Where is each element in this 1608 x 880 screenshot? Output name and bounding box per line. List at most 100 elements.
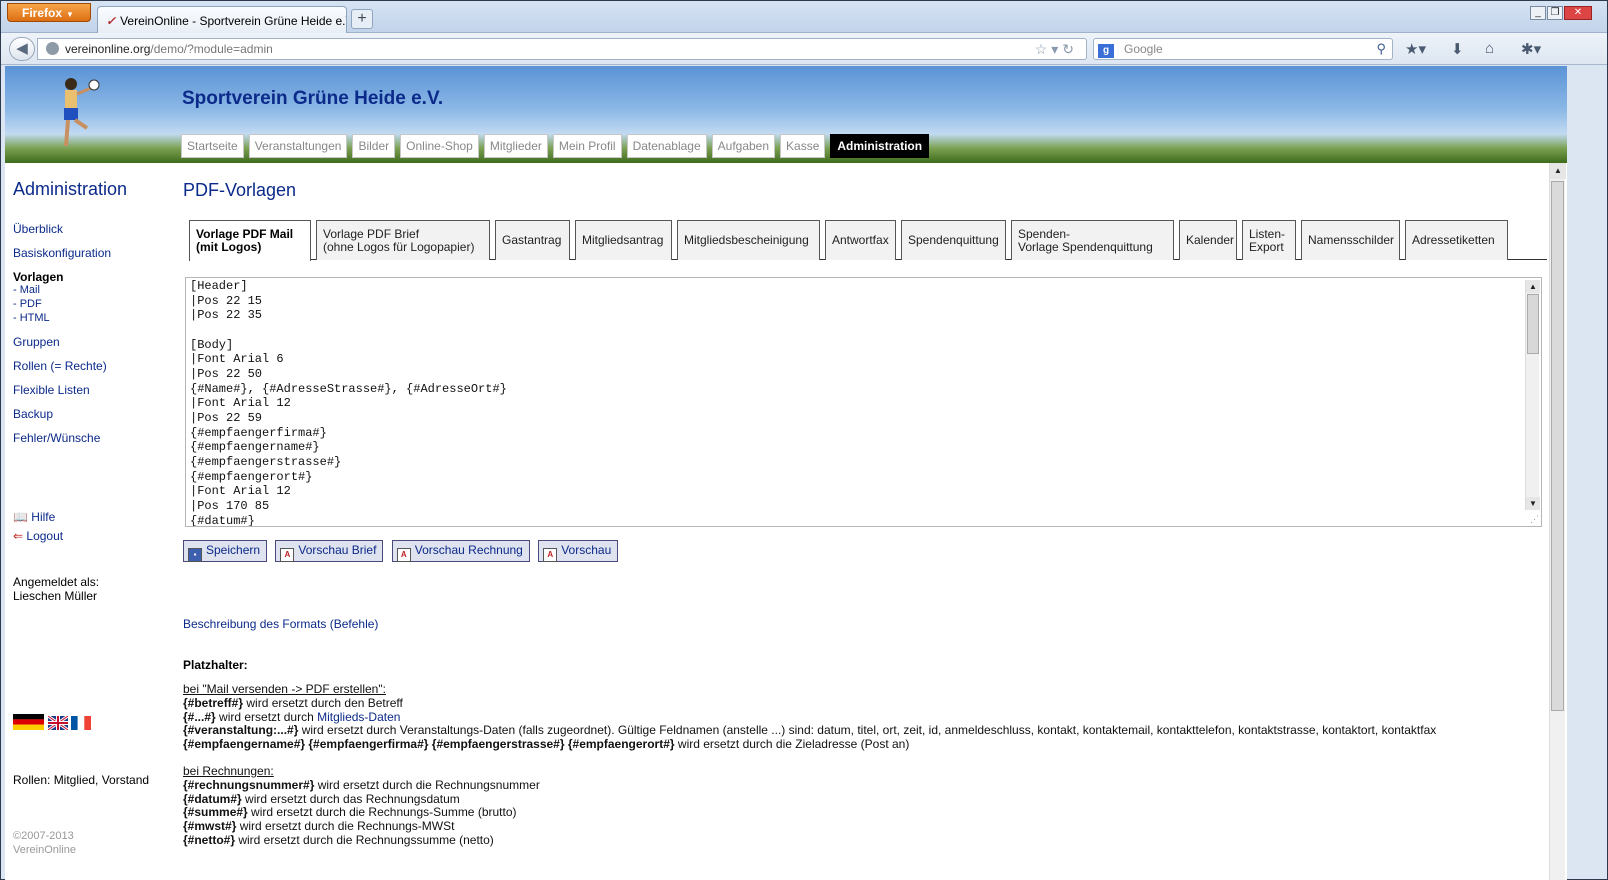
- nav-item-9[interactable]: Administration: [830, 134, 930, 158]
- preview-label: Vorschau: [561, 543, 612, 557]
- scroll-down-icon[interactable]: ▼: [1526, 497, 1540, 510]
- download-icon[interactable]: ⬇: [1451, 40, 1464, 58]
- url-path: /demo/?module=admin: [150, 42, 273, 56]
- uk-flag-icon[interactable]: [48, 716, 68, 730]
- sidebar-item-fehler-wuensche[interactable]: Fehler/Wünsche: [13, 431, 100, 445]
- book-icon: 📖: [13, 510, 28, 524]
- resize-grip-icon[interactable]: ⋰: [1530, 514, 1539, 525]
- placeholder-description: wird ersetzt durch den Betreff: [243, 696, 403, 710]
- save-button[interactable]: ▪ Speichern: [183, 540, 268, 562]
- scroll-up-icon[interactable]: ▲: [1526, 280, 1540, 293]
- member-data-link[interactable]: Mitglieds-Daten: [317, 710, 400, 724]
- editor-scroll-thumb[interactable]: [1527, 294, 1539, 354]
- back-arrow-icon[interactable]: ◀: [9, 37, 35, 61]
- browser-tab-title: VereinOnline - Sportverein Grüne Heide e…: [120, 14, 347, 28]
- bookmark-star-icon[interactable]: ☆▾↻: [1035, 41, 1078, 58]
- preview-letter-label: Vorschau Brief: [298, 543, 377, 557]
- placeholder-heading: Platzhalter:: [183, 658, 248, 672]
- template-tab-line1: Antwortfax: [832, 233, 889, 247]
- template-tab-label: Listen- Export: [1249, 227, 1285, 254]
- site-header: Sportverein Grüne Heide e.V. Startseite V…: [5, 66, 1567, 163]
- template-tab-label: Vorlage PDF Brief (ohne Logos für Logopap…: [323, 227, 474, 254]
- german-flag-icon[interactable]: [13, 714, 44, 730]
- scroll-up-icon[interactable]: ▲: [1550, 163, 1566, 179]
- placeholder-code: {#veranstaltung:...#}: [183, 723, 299, 738]
- preview-button[interactable]: A Vorschau: [538, 540, 619, 562]
- mail-section-label: bei "Mail versenden -> PDF erstellen":: [183, 682, 386, 696]
- placeholder-description: wird ersetzt durch Veranstaltungs-Daten …: [298, 723, 1437, 738]
- template-tab-line1: Spenden-: [1018, 226, 1071, 241]
- template-tab-2[interactable]: Gastantrag: [495, 220, 570, 260]
- nav-item-0[interactable]: Startseite: [181, 134, 244, 158]
- template-tab-10[interactable]: Namensschilder: [1301, 220, 1400, 260]
- search-placeholder: Google: [1124, 42, 1163, 56]
- placeholder-line: {#netto#} wird ersetzt durch die Rechnun…: [183, 833, 494, 847]
- nav-item-5[interactable]: Mein Profil: [552, 134, 622, 158]
- logged-in-label: Angemeldet als:: [13, 575, 100, 589]
- template-tab-line1: Adressetiketten: [1412, 233, 1495, 247]
- nav-item-8[interactable]: Kasse: [780, 134, 826, 158]
- sidebar-item-gruppen[interactable]: Gruppen: [13, 335, 60, 349]
- sidebar-item-backup[interactable]: Backup: [13, 407, 53, 421]
- placeholder-code: {#...#}: [183, 709, 216, 724]
- template-tab-9[interactable]: Listen- Export: [1242, 220, 1296, 260]
- template-tab-label: Vorlage PDF Mail (mit Logos): [196, 228, 293, 254]
- preview-invoice-button[interactable]: A Vorschau Rechnung: [391, 540, 530, 562]
- close-icon[interactable]: ✕: [1564, 6, 1592, 20]
- placeholder-description: wird ersetzt durch die Rechnungs-MWSt: [236, 819, 455, 834]
- help-link[interactable]: 📖 Hilfe: [13, 510, 55, 524]
- nav-item-2[interactable]: Bilder: [352, 134, 396, 158]
- preview-letter-button[interactable]: A Vorschau Brief: [275, 540, 384, 562]
- sidebar-item-basiskonfiguration[interactable]: Basiskonfiguration: [13, 246, 111, 260]
- french-flag-icon[interactable]: [71, 716, 91, 730]
- floppy-disk-icon: ▪: [188, 548, 202, 562]
- template-tab-8[interactable]: Kalender: [1179, 220, 1237, 260]
- sidebar-sub-html[interactable]: - HTML: [13, 312, 50, 324]
- nav-item-3[interactable]: Online-Shop: [400, 134, 479, 158]
- browser-tab[interactable]: ✓ VereinOnline - Sportverein Grüne Heide …: [97, 6, 347, 33]
- home-icon[interactable]: ⌂: [1485, 40, 1494, 57]
- placeholder-line: {#empfaengername#} {#empfaengerfirma#} {…: [183, 737, 909, 751]
- sidebar-sub-mail[interactable]: - Mail: [13, 284, 40, 296]
- sidebar-sub-pdf[interactable]: - PDF: [13, 298, 42, 310]
- placeholder-line: {#summe#} wird ersetzt durch die Rechnun…: [183, 805, 517, 819]
- template-tab-6[interactable]: Spendenquittung: [901, 220, 1006, 260]
- format-description-link[interactable]: Beschreibung des Formats (Befehle): [183, 617, 378, 631]
- template-tab-0[interactable]: Vorlage PDF Mail (mit Logos): [189, 220, 311, 261]
- page-scrollbar[interactable]: ▲: [1549, 163, 1566, 880]
- page-scroll-thumb[interactable]: [1551, 181, 1564, 711]
- search-input[interactable]: g Google ⚲: [1093, 38, 1393, 60]
- nav-item-7[interactable]: Aufgaben: [711, 134, 776, 158]
- template-tab-7[interactable]: Spenden- Vorlage Spendenquittung: [1011, 220, 1174, 260]
- brand-link[interactable]: VereinOnline: [13, 844, 76, 856]
- template-editor[interactable]: [Header] |Pos 22 15 |Pos 22 35 [Body] |F…: [185, 277, 1542, 527]
- placeholder-description: wird ersetzt durch das Rechnungsdatum: [241, 791, 460, 806]
- copyright: ©2007-2013: [13, 830, 74, 842]
- new-tab-button[interactable]: +: [351, 9, 373, 29]
- template-tab-4[interactable]: Mitgliedsbescheinigung: [677, 220, 820, 260]
- nav-item-1[interactable]: Veranstaltungen: [248, 134, 348, 158]
- nav-item-6[interactable]: Datenablage: [626, 134, 707, 158]
- minimize-icon[interactable]: _: [1530, 6, 1546, 20]
- template-tab-5[interactable]: Antwortfax: [825, 220, 896, 260]
- template-tab-3[interactable]: Mitgliedsantrag: [575, 220, 672, 260]
- editor-scrollbar[interactable]: ▲ ▼: [1525, 280, 1540, 510]
- sidebar-item-vorlagen[interactable]: Vorlagen: [13, 270, 63, 284]
- search-icon[interactable]: ⚲: [1376, 41, 1386, 57]
- sidebar-item-ueberblick[interactable]: Überblick: [13, 222, 63, 236]
- sidebar-item-rollen[interactable]: Rollen (= Rechte): [13, 359, 107, 373]
- address-bar[interactable]: vereinonline.org/demo/?module=admin ☆▾↻: [37, 38, 1087, 60]
- bookmarks-icon[interactable]: ★▾: [1405, 40, 1426, 58]
- firefox-menu-button[interactable]: Firefox ▼: [7, 3, 91, 22]
- sidebar-item-flexible-listen[interactable]: Flexible Listen: [13, 383, 90, 397]
- template-tab-11[interactable]: Adressetiketten: [1405, 220, 1508, 260]
- addon-icon[interactable]: ✱▾: [1521, 40, 1541, 58]
- navigation-toolbar: ◀ vereinonline.org/demo/?module=admin ☆▾…: [1, 33, 1607, 65]
- template-tab-1[interactable]: Vorlage PDF Brief (ohne Logos für Logopap…: [316, 220, 490, 260]
- template-editor-text[interactable]: [Header] |Pos 22 15 |Pos 22 35 [Body] |F…: [190, 279, 507, 526]
- template-tab-line1: Spendenquittung: [908, 233, 999, 247]
- logout-link[interactable]: ⇐ Logout: [13, 529, 63, 543]
- placeholder-code: {#mwst#}: [183, 819, 237, 834]
- restore-icon[interactable]: ❐: [1547, 6, 1563, 20]
- nav-item-4[interactable]: Mitglieder: [483, 134, 548, 158]
